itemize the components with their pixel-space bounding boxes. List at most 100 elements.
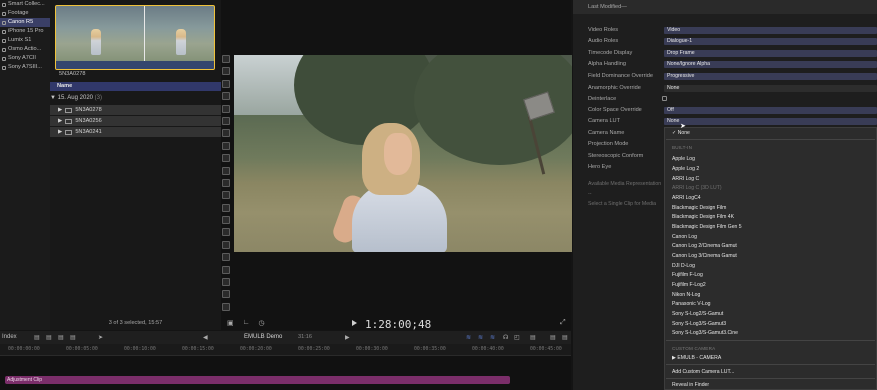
menu-item-lut[interactable]: Apple Log xyxy=(672,156,695,162)
menu-item-reveal-in-finder[interactable]: Reveal in Finder xyxy=(672,382,709,388)
strip-icon[interactable] xyxy=(222,92,230,101)
menu-item-lut[interactable]: Blackmagic Design Film xyxy=(672,205,726,211)
audio-skimming-icon[interactable]: ≋ xyxy=(478,334,483,341)
snapping-icon[interactable]: ◰ xyxy=(514,334,520,341)
strip-icon[interactable] xyxy=(222,129,230,138)
strip-icon[interactable] xyxy=(222,67,230,76)
timeline-project-name[interactable]: EMULB Demo xyxy=(244,334,282,340)
transform-icon[interactable]: ▣ xyxy=(227,319,234,327)
strip-icon[interactable] xyxy=(222,228,230,237)
audio-meter-icon[interactable]: ▤ xyxy=(562,334,568,341)
overwrite-icon[interactable]: ▤ xyxy=(70,334,76,341)
disclosure-closed-icon[interactable]: ▶ xyxy=(58,105,62,115)
menu-item-lut[interactable]: Sony S-Log2/S-Gamut xyxy=(672,311,723,317)
solo-icon[interactable]: ≋ xyxy=(490,334,495,341)
sidebar-item-canon-r5[interactable]: Canon R5 xyxy=(0,18,50,27)
append-icon[interactable]: ▤ xyxy=(46,334,52,341)
strip-icon[interactable] xyxy=(222,216,230,225)
timecode-display[interactable]: 1:28:00;48 xyxy=(365,318,431,331)
strip-icon[interactable] xyxy=(222,253,230,262)
sidebar-item-lumix[interactable]: Lumix S1 xyxy=(0,36,50,45)
back-arrow-icon[interactable]: ◀ xyxy=(203,334,208,341)
strip-icon[interactable] xyxy=(222,55,230,63)
menu-item-lut[interactable]: Sony S-Log3/S-Gamut3.Cine xyxy=(672,330,738,336)
menu-item-lut[interactable]: Canon Log 2/Cinema Gamut xyxy=(672,243,737,249)
menu-item-lut[interactable]: Panasonic V-Log xyxy=(672,301,711,307)
insert-icon[interactable]: ▤ xyxy=(58,334,64,341)
video-roles-popup[interactable]: Video xyxy=(664,27,877,34)
menu-item-lut[interactable]: ARRI LogC4 xyxy=(672,195,701,201)
list-item[interactable]: ▶ 5N3A0256 xyxy=(50,116,221,126)
disclosure-closed-icon[interactable]: ▶ xyxy=(58,127,62,137)
disclosure-closed-icon[interactable]: ▶ xyxy=(58,116,62,126)
inspector-title: Last Modified— xyxy=(588,4,627,10)
speed-icon[interactable]: ◷ xyxy=(258,319,264,327)
menu-item-lut[interactable]: Blackmagic Design Film Gen 5 xyxy=(672,224,742,230)
menu-item-lut[interactable]: DJI D-Log xyxy=(672,263,695,269)
timeline-index-button[interactable]: Index xyxy=(2,334,17,340)
timecode-display-popup[interactable]: Drop Frame xyxy=(664,50,877,57)
adjustment-clip[interactable] xyxy=(5,376,510,384)
clip-appearance-icon[interactable]: ▤ xyxy=(34,334,40,341)
zoom-icon[interactable]: ▤ xyxy=(550,334,556,341)
alpha-handling-popup[interactable]: None/Ignore Alpha xyxy=(664,61,877,68)
strip-icon[interactable] xyxy=(222,302,230,311)
menu-item-lut[interactable]: Fujifilm F-Log2 xyxy=(672,282,706,288)
strip-icon[interactable] xyxy=(222,116,230,125)
video-frame[interactable] xyxy=(234,55,572,252)
deinterlace-checkbox[interactable] xyxy=(662,96,667,101)
select-tool-icon[interactable]: ➤ xyxy=(98,334,103,341)
strip-icon[interactable] xyxy=(222,104,230,113)
strip-icon[interactable] xyxy=(222,240,230,249)
menu-section-builtin: BUILT-IN xyxy=(672,145,693,150)
menu-item-lut[interactable]: Canon Log xyxy=(672,234,697,240)
strip-icon[interactable] xyxy=(222,278,230,287)
list-item[interactable]: ▶ 5N3A0278 xyxy=(50,105,221,115)
menu-item-lut[interactable]: ARRI Log C xyxy=(672,176,699,182)
menu-item-add-custom-lut[interactable]: Add Custom Camera LUT... xyxy=(672,369,734,375)
forward-arrow-icon[interactable]: ▶ xyxy=(345,334,350,341)
menu-item-none[interactable]: ✓ None xyxy=(672,130,690,136)
strip-icon[interactable] xyxy=(222,290,230,299)
list-item[interactable]: ▶ 5N3A0241 xyxy=(50,127,221,137)
audio-roles-popup[interactable]: Dialogue-1 xyxy=(664,38,877,45)
fullscreen-icon[interactable]: ⤢ xyxy=(560,319,566,327)
camera-lut-popup[interactable]: None xyxy=(664,118,877,125)
strip-icon[interactable] xyxy=(222,178,230,187)
strip-icon[interactable] xyxy=(222,203,230,212)
sidebar-item-sony-a7siii[interactable]: Sony A7SIII... xyxy=(0,63,50,72)
color-space-override-popup[interactable]: Off xyxy=(664,107,877,114)
strip-icon[interactable] xyxy=(222,191,230,200)
date-group-row[interactable]: ▼ 15. Aug 2020 (3) xyxy=(50,95,102,101)
menu-item-lut[interactable]: Fujifilm F-Log xyxy=(672,272,703,278)
strip-icon[interactable] xyxy=(222,265,230,274)
strip-icon[interactable] xyxy=(222,154,230,163)
skimming-icon[interactable]: ≋ xyxy=(466,334,471,341)
menu-item-lut[interactable]: Nikon N-Log xyxy=(672,292,700,298)
sidebar-item-sony-a7cii[interactable]: Sony A7CII xyxy=(0,54,50,63)
menu-item-lut[interactable]: Blackmagic Design Film 4K xyxy=(672,214,734,220)
anamorphic-override-popup[interactable]: None xyxy=(664,85,877,92)
sidebar-item-iphone[interactable]: iPhone 15 Pro xyxy=(0,27,50,36)
strip-icon[interactable] xyxy=(222,166,230,175)
sidebar-item-osmo[interactable]: Osmo Actio... xyxy=(0,45,50,54)
crop-icon[interactable]: ∟ xyxy=(243,319,250,327)
clip-view-icon[interactable]: ▤ xyxy=(530,334,536,341)
ruler-tick: 00:00:05:00 xyxy=(66,347,98,352)
menu-item-lut[interactable]: Canon Log 3/Cinema Gamut xyxy=(672,253,737,259)
menu-item-lut[interactable]: Sony S-Log3/S-Gamut3 xyxy=(672,321,726,327)
clip-filmstrip[interactable] xyxy=(55,5,215,70)
disclosure-open-icon[interactable]: ▼ xyxy=(50,95,56,101)
play-icon[interactable] xyxy=(352,320,357,326)
field-dominance-popup[interactable]: Progressive xyxy=(664,73,877,80)
sidebar-item-footage[interactable]: Footage xyxy=(0,9,50,18)
menu-item-custom-lut[interactable]: ▶ EMULB - CAMERA xyxy=(672,355,721,361)
sidebar-item-smart-collections[interactable]: Smart Collec... xyxy=(0,0,50,9)
strip-icon[interactable] xyxy=(222,79,230,88)
headphones-icon[interactable]: ☊ xyxy=(503,334,508,341)
ruler-tick: 00:00:20:00 xyxy=(240,347,272,352)
timeline-toolbar xyxy=(0,331,571,344)
list-column-header-name[interactable]: Name xyxy=(50,82,221,91)
strip-icon[interactable] xyxy=(222,141,230,150)
menu-item-lut[interactable]: Apple Log 2 xyxy=(672,166,699,172)
